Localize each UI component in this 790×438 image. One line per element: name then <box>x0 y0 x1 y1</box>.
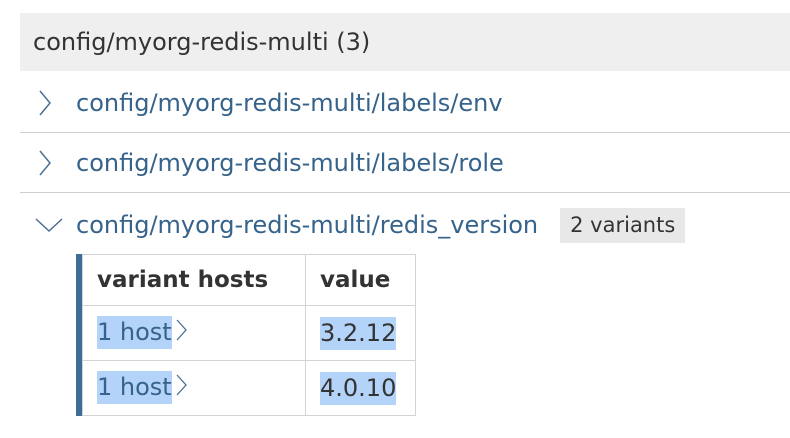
table-row: 1 host 4.0.10 <box>82 360 416 416</box>
chevron-right-icon[interactable] <box>174 372 190 404</box>
tree-row-redis-version[interactable]: config/myorg-redis-multi/redis_version 2… <box>20 194 790 256</box>
table-header-row: variant hosts value <box>82 254 416 306</box>
tree-row-label[interactable]: config/myorg-redis-multi/redis_version <box>76 211 538 239</box>
hosts-link[interactable]: 1 host <box>97 316 172 349</box>
table-row: 1 host 3.2.12 <box>82 305 416 361</box>
tree-row-labels-role[interactable]: config/myorg-redis-multi/labels/role <box>20 134 790 193</box>
value-cell: 3.2.12 <box>305 305 416 361</box>
hosts-cell[interactable]: 1 host <box>82 305 306 361</box>
variants-table: variant hosts value 1 host 3.2.12 1 host <box>82 254 416 416</box>
chevron-down-icon[interactable] <box>34 210 70 240</box>
tree-row-label[interactable]: config/myorg-redis-multi/labels/env <box>76 89 503 117</box>
chevron-right-icon[interactable] <box>174 317 190 349</box>
chevron-right-icon[interactable] <box>34 88 70 118</box>
tree-row-label[interactable]: config/myorg-redis-multi/labels/role <box>76 149 504 177</box>
config-tree-panel: config/myorg-redis-multi (3) config/myor… <box>0 0 790 438</box>
variants-table-container: variant hosts value 1 host 3.2.12 1 host <box>76 254 416 416</box>
hosts-cell[interactable]: 1 host <box>82 360 306 416</box>
hosts-link[interactable]: 1 host <box>97 371 172 404</box>
value-text: 3.2.12 <box>320 317 397 350</box>
chevron-right-icon[interactable] <box>34 148 70 178</box>
variants-badge: 2 variants <box>560 207 686 243</box>
value-text: 4.0.10 <box>320 372 397 405</box>
group-title: config/myorg-redis-multi (3) <box>33 28 371 56</box>
column-header-variant-hosts: variant hosts <box>82 254 306 306</box>
column-header-value: value <box>305 254 416 306</box>
tree-row-labels-env[interactable]: config/myorg-redis-multi/labels/env <box>20 73 790 133</box>
value-cell: 4.0.10 <box>305 360 416 416</box>
group-header: config/myorg-redis-multi (3) <box>20 13 790 71</box>
